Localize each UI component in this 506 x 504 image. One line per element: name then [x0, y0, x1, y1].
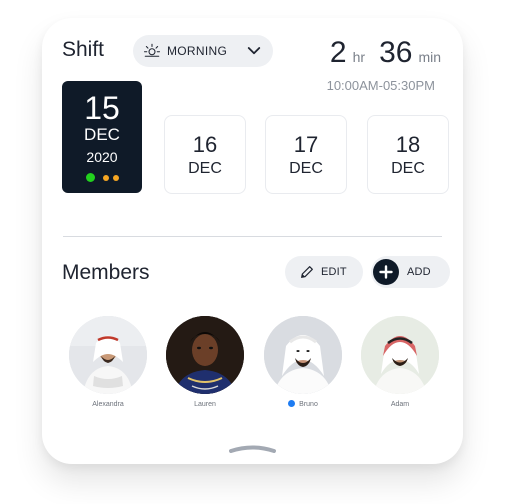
avatar — [264, 316, 342, 394]
status-dot-green — [85, 173, 95, 182]
person-photo — [166, 316, 244, 394]
date-option[interactable]: 18 DEC — [367, 115, 449, 194]
minutes-unit: min — [418, 49, 441, 65]
member-name-text: Alexandra — [92, 401, 124, 408]
shift-title: Shift — [62, 38, 105, 61]
person-photo — [264, 316, 342, 394]
section-divider — [63, 236, 442, 237]
member-name-text: Bruno — [299, 401, 318, 408]
pencil-icon — [301, 266, 313, 278]
member-name: Alexandra — [92, 401, 124, 408]
sunrise-icon — [143, 43, 161, 57]
shift-period-label: MORNING — [167, 44, 228, 58]
avatar — [69, 316, 147, 394]
hours-unit: hr — [352, 49, 366, 65]
member-item[interactable]: Alexandra — [68, 316, 148, 408]
shift-period-dropdown[interactable]: MORNING — [133, 35, 273, 67]
person-photo — [361, 316, 439, 394]
shift-time-range: 10:00AM-05:30PM — [326, 78, 435, 93]
shift-card: Shift MORNING 2 hr 36 min 10:00AM-05:30P… — [42, 18, 463, 464]
member-item[interactable]: Lauren — [165, 316, 245, 408]
date-option[interactable]: 17 DEC — [265, 115, 347, 194]
plus-icon — [373, 259, 399, 285]
date-selected[interactable]: 15 DEC 2020 — [62, 81, 142, 193]
online-status-dot — [288, 400, 296, 407]
member-name-text: Lauren — [194, 401, 216, 408]
date-day: 16 — [192, 131, 218, 157]
date-month: DEC — [188, 159, 222, 177]
duration-minutes: 36 — [379, 36, 413, 69]
shift-duration: 2 hr 36 min — [330, 36, 441, 70]
members-title: Members — [62, 261, 150, 284]
member-name: Bruno — [288, 400, 318, 408]
chevron-down-icon — [247, 47, 261, 55]
status-dots — [84, 173, 121, 182]
date-day: 15 — [84, 90, 120, 126]
date-month: DEC — [289, 159, 323, 177]
add-member-button[interactable]: ADD — [371, 256, 450, 288]
add-label: ADD — [407, 266, 431, 278]
person-photo — [69, 316, 147, 394]
member-item[interactable]: Adam — [360, 316, 440, 408]
edit-label: EDIT — [321, 266, 347, 278]
date-month: DEC — [391, 159, 425, 177]
date-month: DEC — [84, 125, 120, 144]
date-day: 17 — [293, 131, 319, 157]
date-day: 18 — [395, 131, 421, 157]
date-option[interactable]: 16 DEC — [164, 115, 246, 194]
status-dot-orange — [102, 174, 109, 181]
status-dot-orange — [112, 174, 119, 181]
member-item[interactable]: Bruno — [263, 316, 343, 408]
drag-handle[interactable] — [229, 445, 276, 453]
edit-members-button[interactable]: EDIT — [285, 256, 363, 288]
date-year: 2020 — [86, 149, 118, 165]
member-name-text: Adam — [390, 401, 410, 408]
duration-hours: 2 — [329, 36, 347, 69]
avatar — [361, 316, 439, 394]
avatar — [166, 316, 244, 394]
member-name: Adam — [391, 401, 409, 408]
member-name: Lauren — [194, 401, 216, 408]
